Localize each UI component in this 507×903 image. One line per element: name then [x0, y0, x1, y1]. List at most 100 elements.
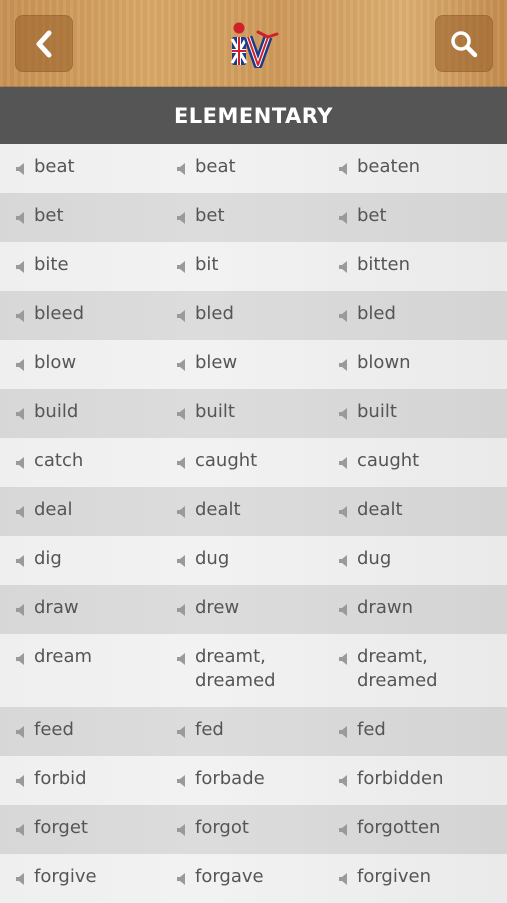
speaker-icon[interactable] [337, 357, 351, 371]
speaker-icon[interactable] [14, 504, 28, 518]
speaker-icon[interactable] [337, 724, 351, 738]
verb-participle-cell[interactable]: forbidden [337, 767, 444, 791]
verb-past-cell[interactable]: dreamt, dreamed [175, 645, 276, 693]
verb-base-cell[interactable]: dig [14, 547, 62, 571]
verb-past-cell[interactable]: dug [175, 547, 229, 571]
verb-past: built [195, 401, 235, 422]
verb-participle-cell[interactable]: caught [337, 449, 419, 473]
speaker-icon[interactable] [175, 406, 189, 420]
speaker-icon[interactable] [14, 822, 28, 836]
back-button[interactable] [15, 15, 73, 72]
speaker-icon[interactable] [14, 871, 28, 885]
speaker-icon[interactable] [337, 773, 351, 787]
search-button[interactable] [435, 15, 493, 72]
verb-past-cell[interactable]: blew [175, 351, 237, 375]
speaker-icon[interactable] [175, 504, 189, 518]
speaker-icon[interactable] [337, 259, 351, 273]
speaker-icon[interactable] [337, 161, 351, 175]
verb-past-cell[interactable]: bled [175, 302, 234, 326]
verb-past-cell[interactable]: forgave [175, 865, 264, 889]
verb-participle-cell[interactable]: dealt [337, 498, 403, 522]
verb-base-cell[interactable]: deal [14, 498, 73, 522]
speaker-icon[interactable] [337, 553, 351, 567]
verb-base: bet [34, 205, 64, 226]
verb-base-cell[interactable]: build [14, 400, 78, 424]
verb-past: fed [195, 719, 224, 740]
verb-past-cell[interactable]: fed [175, 718, 224, 742]
speaker-icon[interactable] [175, 455, 189, 469]
verb-past-cell[interactable]: dealt [175, 498, 241, 522]
verb-past-cell[interactable]: forbade [175, 767, 265, 791]
verb-past-cell[interactable]: bet [175, 204, 225, 228]
verb-base-cell[interactable]: forgive [14, 865, 97, 889]
verb-base-cell[interactable]: forbid [14, 767, 87, 791]
speaker-icon[interactable] [337, 455, 351, 469]
verb-base-cell[interactable]: feed [14, 718, 74, 742]
speaker-icon[interactable] [14, 602, 28, 616]
verb-base-cell[interactable]: dream [14, 645, 92, 669]
verb-participle: built [357, 401, 397, 422]
speaker-icon[interactable] [175, 259, 189, 273]
speaker-icon[interactable] [14, 406, 28, 420]
speaker-icon[interactable] [337, 651, 351, 665]
speaker-icon[interactable] [337, 210, 351, 224]
speaker-icon[interactable] [14, 357, 28, 371]
verb-participle-cell[interactable]: beaten [337, 155, 420, 179]
verb-past: forgot [195, 817, 249, 838]
verb-participle-cell[interactable]: bitten [337, 253, 410, 277]
verb-base-cell[interactable]: blow [14, 351, 76, 375]
verb-participle: caught [357, 450, 420, 471]
verb-base-cell[interactable]: bet [14, 204, 64, 228]
verb-base-cell[interactable]: draw [14, 596, 79, 620]
speaker-icon[interactable] [337, 871, 351, 885]
speaker-icon[interactable] [175, 822, 189, 836]
verb-participle-cell[interactable]: bled [337, 302, 396, 326]
speaker-icon[interactable] [14, 455, 28, 469]
speaker-icon[interactable] [337, 406, 351, 420]
speaker-icon[interactable] [337, 504, 351, 518]
verb-participle-cell[interactable]: fed [337, 718, 386, 742]
verb-past-cell[interactable]: forgot [175, 816, 249, 840]
verb-base-cell[interactable]: forget [14, 816, 88, 840]
speaker-icon[interactable] [14, 259, 28, 273]
speaker-icon[interactable] [14, 161, 28, 175]
speaker-icon[interactable] [175, 724, 189, 738]
speaker-icon[interactable] [175, 773, 189, 787]
speaker-icon[interactable] [14, 210, 28, 224]
speaker-icon[interactable] [175, 651, 189, 665]
verb-participle-cell[interactable]: dug [337, 547, 391, 571]
speaker-icon[interactable] [337, 308, 351, 322]
verb-participle-cell[interactable]: built [337, 400, 397, 424]
speaker-icon[interactable] [14, 553, 28, 567]
verb-past-cell[interactable]: built [175, 400, 235, 424]
speaker-icon[interactable] [175, 308, 189, 322]
speaker-icon[interactable] [337, 822, 351, 836]
verb-base-cell[interactable]: bleed [14, 302, 84, 326]
verb-participle-cell[interactable]: blown [337, 351, 411, 375]
verb-row: draw drew drawn [0, 585, 507, 634]
verb-participle-cell[interactable]: forgiven [337, 865, 431, 889]
speaker-icon[interactable] [337, 602, 351, 616]
verb-past-cell[interactable]: caught [175, 449, 257, 473]
speaker-icon[interactable] [175, 602, 189, 616]
verb-past-cell[interactable]: drew [175, 596, 239, 620]
speaker-icon[interactable] [14, 308, 28, 322]
verb-past-cell[interactable]: beat [175, 155, 236, 179]
verb-row: blow blew blown [0, 340, 507, 389]
verb-base-cell[interactable]: catch [14, 449, 83, 473]
speaker-icon[interactable] [175, 553, 189, 567]
speaker-icon[interactable] [14, 724, 28, 738]
verb-base-cell[interactable]: beat [14, 155, 75, 179]
speaker-icon[interactable] [175, 357, 189, 371]
speaker-icon[interactable] [175, 871, 189, 885]
verb-participle-cell[interactable]: forgotten [337, 816, 440, 840]
verb-past-cell[interactable]: bit [175, 253, 218, 277]
verb-participle-cell[interactable]: bet [337, 204, 387, 228]
speaker-icon[interactable] [14, 773, 28, 787]
speaker-icon[interactable] [14, 651, 28, 665]
speaker-icon[interactable] [175, 210, 189, 224]
verb-base-cell[interactable]: bite [14, 253, 69, 277]
verb-participle-cell[interactable]: dreamt, dreamed [337, 645, 438, 693]
verb-participle-cell[interactable]: drawn [337, 596, 413, 620]
speaker-icon[interactable] [175, 161, 189, 175]
